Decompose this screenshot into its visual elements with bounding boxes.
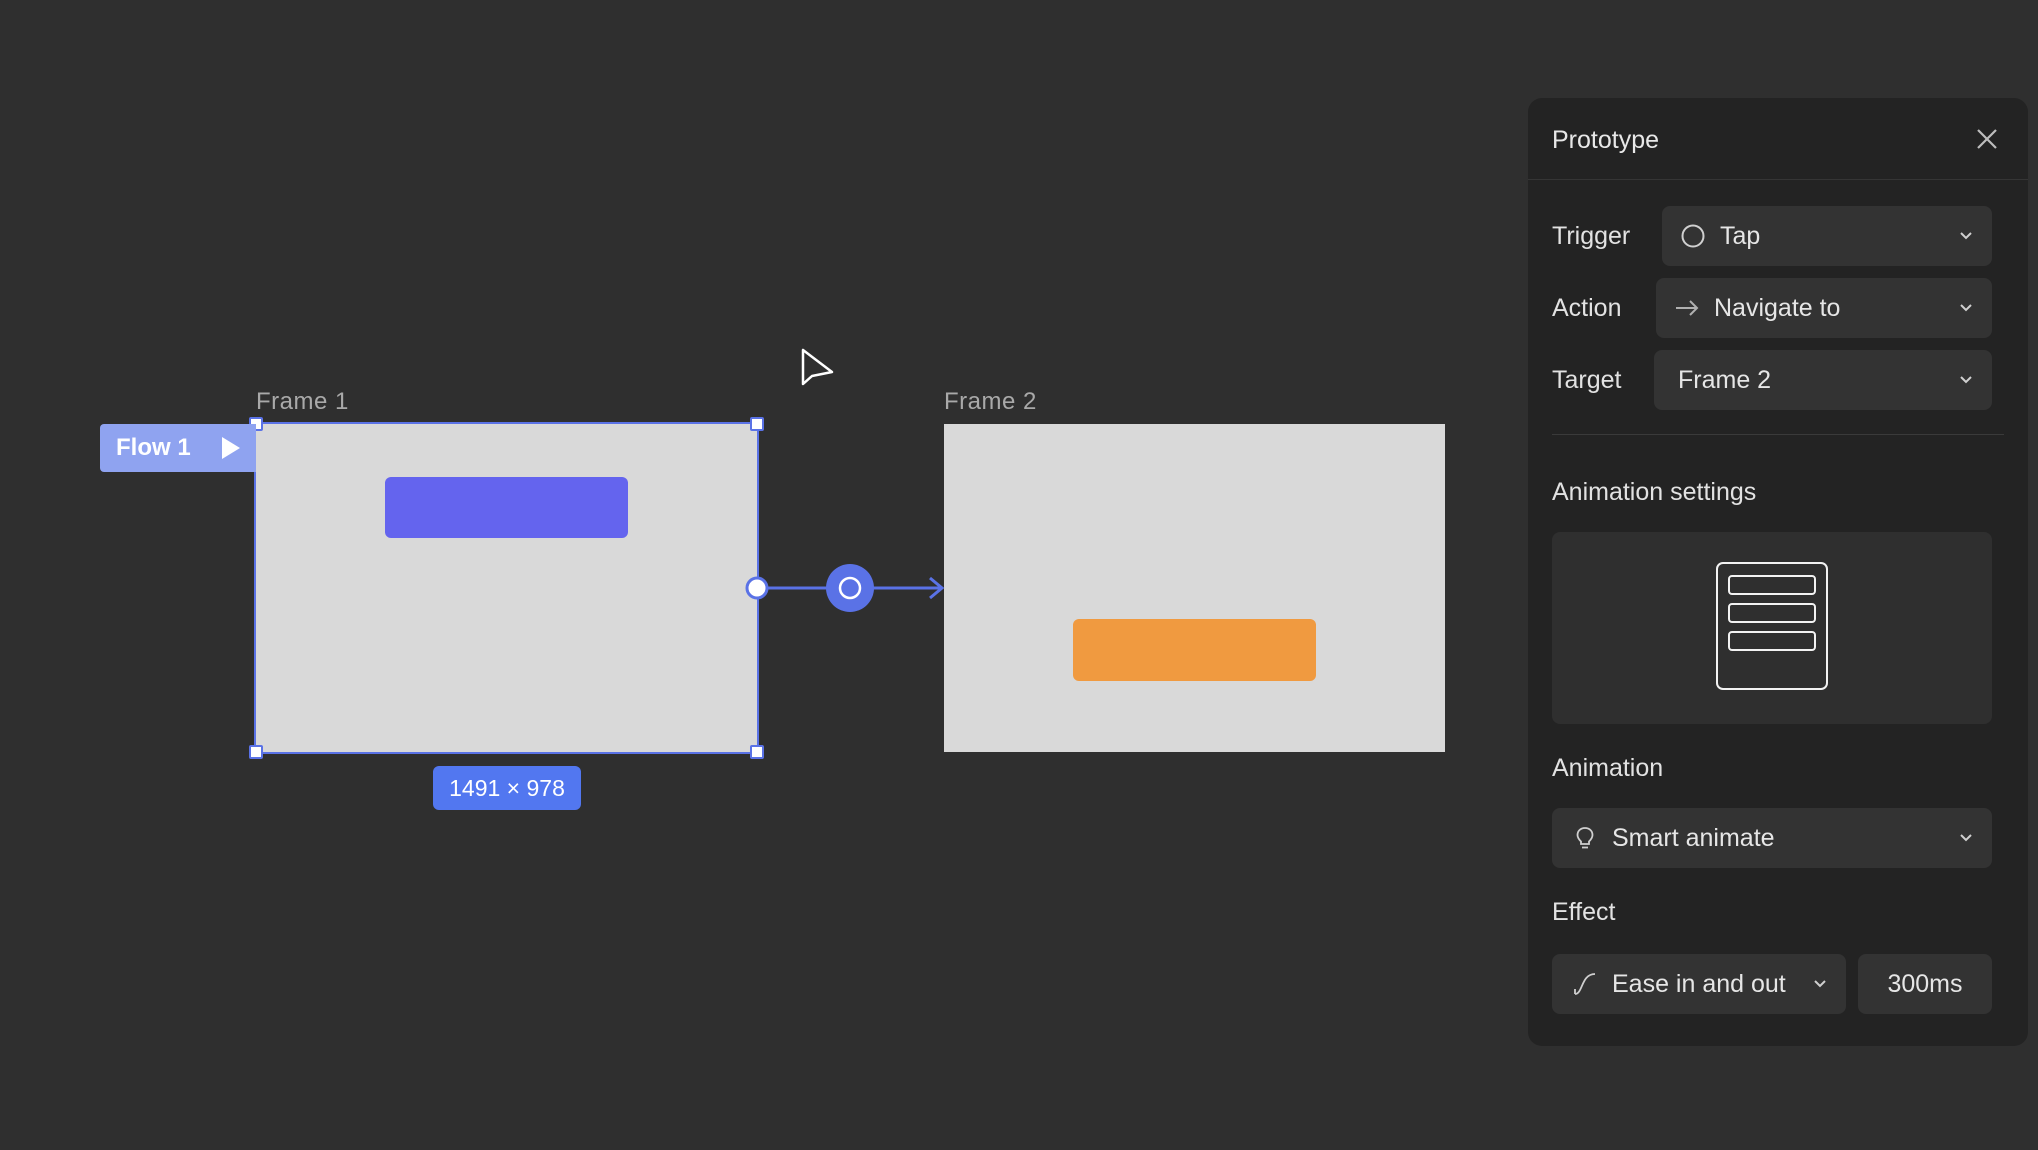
animation-value: Smart animate [1612,823,1775,852]
animation-select[interactable]: Smart animate [1552,808,1992,868]
circle-icon [1681,224,1705,248]
panel-title: Prototype [1552,126,1660,154]
layout-preview-icon [1716,562,1828,690]
panel-divider [1552,434,2004,435]
connection-start-node [745,576,769,600]
duration-input[interactable]: 300ms [1858,954,1992,1014]
lightbulb-icon [1576,827,1594,849]
panel-header: Prototype [1528,98,2028,180]
cursor-pointer-icon [801,348,834,386]
animation-preview [1552,532,1992,724]
effect-value: Ease in and out [1612,969,1786,998]
action-label: Action [1552,294,1622,322]
effect-label: Effect [1552,898,1616,926]
chevron-down-icon [1960,304,1972,312]
animation-label: Animation [1552,754,1664,782]
target-select[interactable]: Frame 2 [1654,350,1992,410]
animation-settings-title: Animation settings [1552,478,1757,506]
target-label: Target [1552,366,1622,394]
prototype-panel: Prototype Trigger Tap Action Navigate to… [1528,98,2028,1046]
chevron-down-icon [1960,834,1972,842]
chevron-down-icon [1960,232,1972,240]
action-select[interactable]: Navigate to [1656,278,1992,338]
effect-select[interactable]: Ease in and out [1552,954,1846,1014]
trigger-label: Trigger [1552,222,1631,250]
target-value: Frame 2 [1678,365,1772,394]
trigger-select[interactable]: Tap [1662,206,1992,266]
trigger-value: Tap [1720,221,1761,250]
action-value: Navigate to [1714,293,1841,322]
close-icon[interactable] [1976,128,1998,150]
chevron-down-icon [1814,980,1826,988]
interaction-node [826,564,874,612]
chevron-down-icon [1960,376,1972,384]
arrow-right-icon [1676,300,1699,316]
ease-curve-icon [1574,973,1596,995]
